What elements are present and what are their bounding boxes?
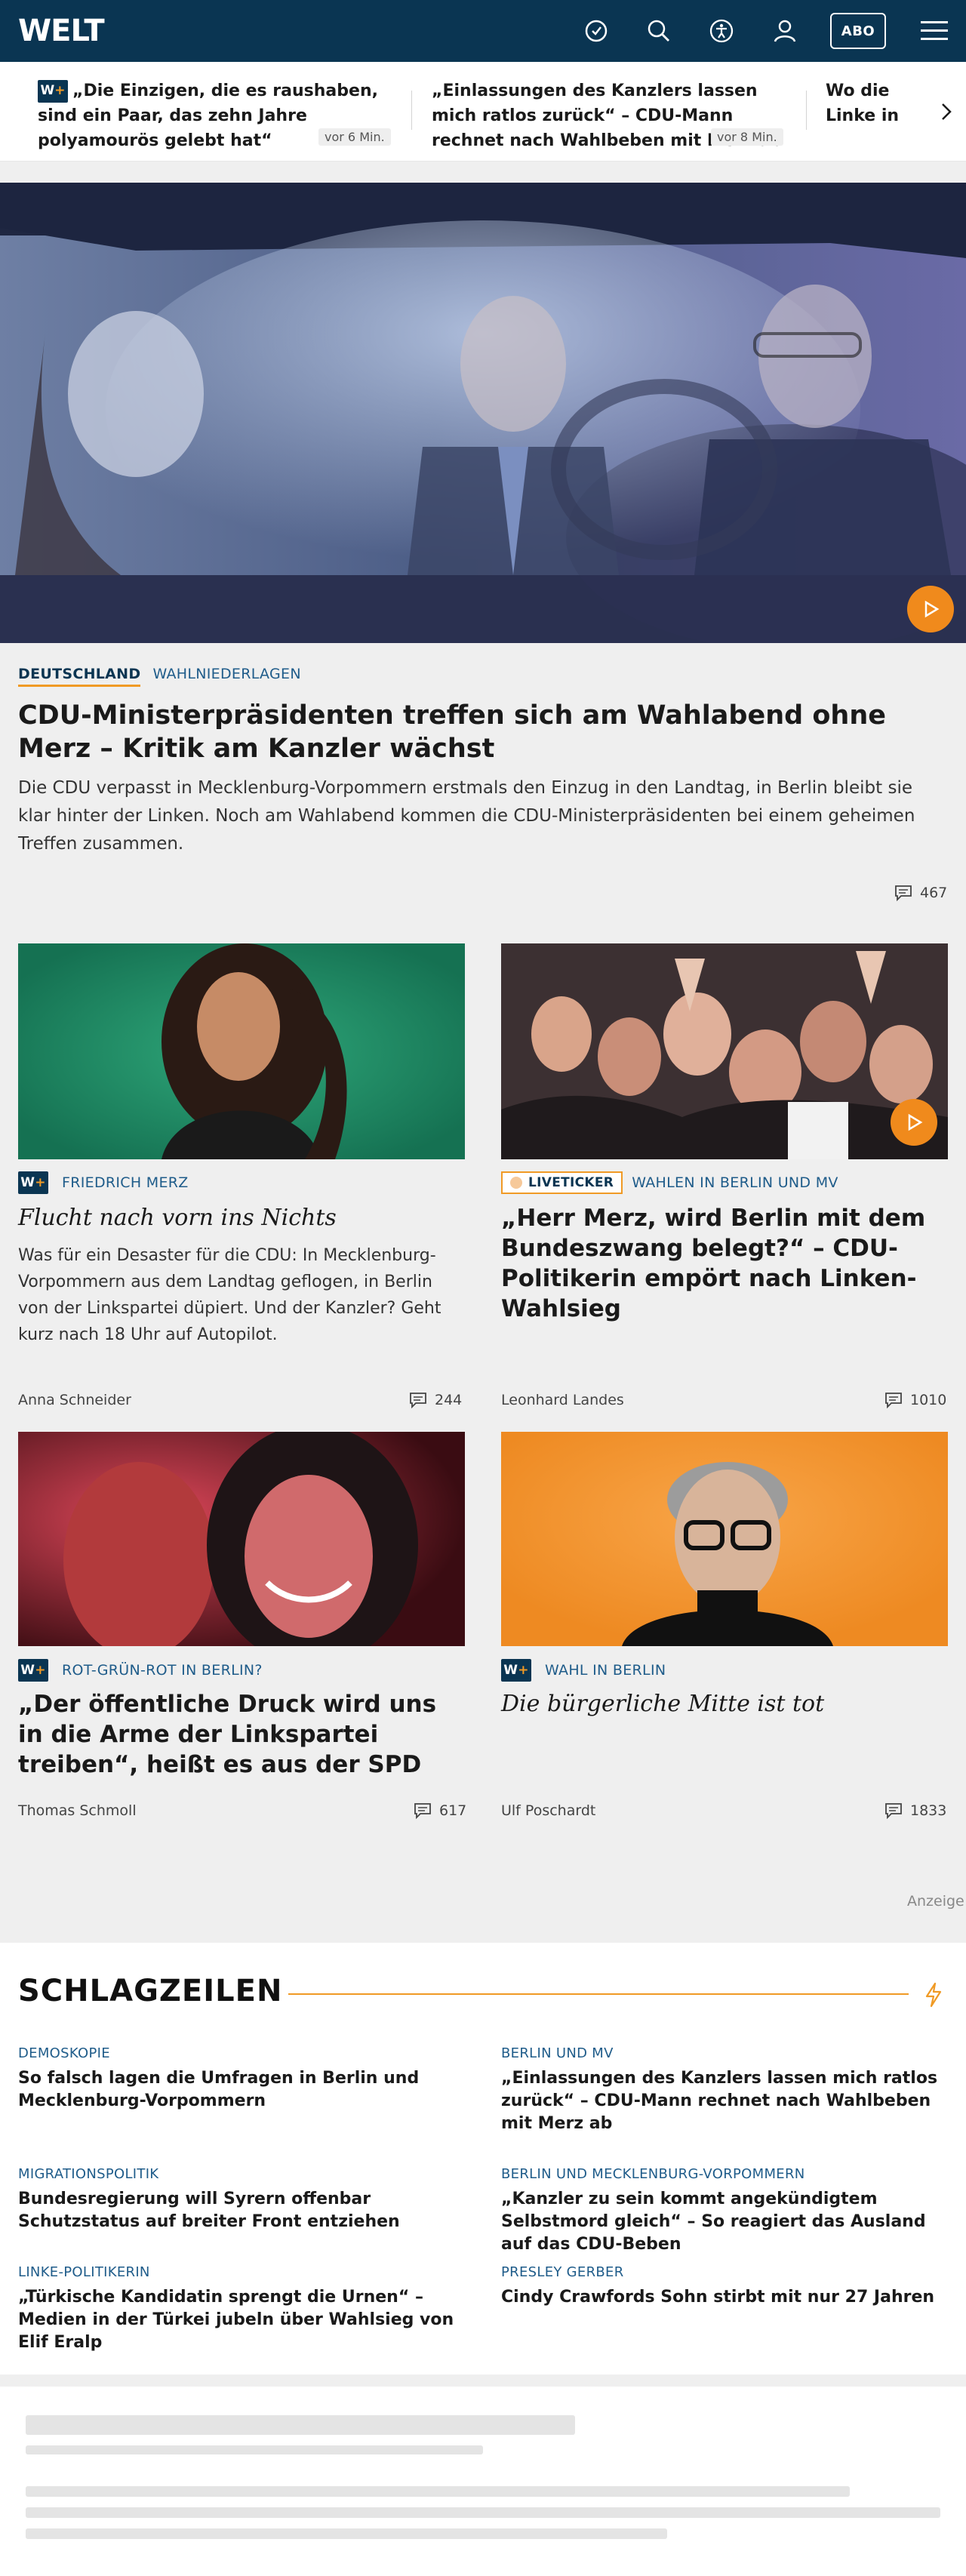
headline-item[interactable]: MIGRATIONSPOLITIK Bundesregierung will S…	[18, 2166, 463, 2233]
article-author[interactable]: Ulf Poschardt	[501, 1802, 595, 1819]
headline-item[interactable]: DEMOSKOPIE So falsch lagen die Umfragen …	[18, 2045, 463, 2113]
headline-kicker: MIGRATIONSPOLITIK	[18, 2166, 159, 2182]
comment-icon	[885, 1393, 902, 1408]
article-kicker[interactable]: WAHLEN IN BERLIN UND MV	[632, 1174, 838, 1191]
section-divider	[288, 1993, 909, 1995]
comment-icon	[885, 1803, 902, 1819]
headline-item[interactable]: PRESLEY GERBER Cindy Crawfords Sohn stir…	[501, 2264, 946, 2309]
hero-tags: DEUTSCHLAND WAHLNIEDERLAGEN	[18, 666, 301, 687]
video-play-button[interactable]	[907, 586, 954, 632]
video-play-button[interactable]	[891, 1099, 937, 1146]
headline-title[interactable]: So falsch lagen die Umfragen in Berlin u…	[18, 2067, 463, 2113]
welt-plus-icon: W +	[18, 1171, 48, 1194]
hero-headline[interactable]: CDU-Ministerpräsidenten treffen sich am …	[18, 699, 939, 765]
history-icon[interactable]	[580, 14, 613, 48]
headline-title[interactable]: „Türkische Kandidatin sprengt die Urnen“…	[18, 2286, 463, 2354]
article-comments[interactable]: 617	[414, 1802, 466, 1819]
ticker-next-button[interactable]	[927, 62, 966, 161]
hero-lead: Die CDU verpasst in Mecklenburg-Vorpomme…	[18, 778, 915, 854]
search-icon[interactable]	[642, 14, 675, 48]
article-tag-row: W + FRIEDRICH MERZ	[18, 1171, 189, 1194]
play-icon	[908, 1113, 923, 1131]
loading-placeholder	[26, 2528, 667, 2539]
loading-placeholder	[26, 2507, 940, 2518]
article-comments[interactable]: 1010	[884, 1392, 946, 1408]
accessibility-icon[interactable]	[705, 14, 738, 48]
abo-button[interactable]: ABO	[830, 13, 886, 49]
article-headline[interactable]: Flucht nach vorn ins Nichts	[18, 1203, 465, 1233]
ticker-divider	[411, 91, 412, 130]
article-kicker[interactable]: ROT-GRÜN-ROT IN BERLIN?	[62, 1662, 263, 1679]
play-icon	[924, 600, 940, 618]
chevron-right-icon	[942, 103, 952, 120]
ticker-divider	[806, 91, 807, 130]
article-tag-row: LIVETICKER WAHLEN IN BERLIN UND MV	[501, 1171, 838, 1194]
headlines-section-title: SCHLAGZEILEN	[18, 1974, 283, 2008]
ticker-item-time: vor 8 Min.	[711, 128, 783, 146]
loading-placeholder	[26, 2445, 483, 2454]
hero-comments[interactable]: 467	[894, 885, 947, 901]
comment-count: 1833	[910, 1802, 947, 1819]
headline-title[interactable]: „Kanzler zu sein kommt angekündigtem Sel…	[501, 2188, 954, 2256]
article-headline[interactable]: „Der öffentliche Druck wird uns in die A…	[18, 1689, 465, 1780]
article-image[interactable]	[501, 943, 948, 1159]
headline-kicker: DEMOSKOPIE	[18, 2045, 110, 2061]
comment-count: 1010	[910, 1392, 947, 1408]
article-headline[interactable]: „Herr Merz, wird Berlin mit dem Bundeszw…	[501, 1203, 946, 1324]
liveticker-badge: LIVETICKER	[501, 1171, 623, 1194]
menu-icon[interactable]	[918, 14, 951, 48]
article-kicker[interactable]: FRIEDRICH MERZ	[62, 1174, 189, 1191]
article-author[interactable]: Leonhard Landes	[501, 1392, 624, 1408]
news-ticker-bar: W + „Die Einzigen, die es raushaben, sind …	[0, 62, 966, 162]
hero-subcategory[interactable]: WAHLNIEDERLAGEN	[152, 666, 300, 682]
comment-count: 617	[439, 1802, 467, 1819]
comment-count: 244	[435, 1392, 463, 1408]
article-author[interactable]: Thomas Schmoll	[18, 1802, 137, 1819]
headline-kicker: BERLIN UND MV	[501, 2045, 614, 2061]
article-kicker[interactable]: WAHL IN BERLIN	[545, 1662, 666, 1679]
section-separator	[0, 2374, 966, 2387]
headline-item[interactable]: BERLIN UND MECKLENBURG-VORPOMMERN „Kanzl…	[501, 2166, 954, 2256]
hero-category[interactable]: DEUTSCHLAND	[18, 666, 141, 687]
comment-icon	[414, 1803, 431, 1819]
article-image[interactable]	[501, 1432, 948, 1646]
live-dot-icon	[510, 1177, 522, 1189]
welt-logo[interactable]: WELT	[18, 14, 105, 48]
article-image[interactable]	[18, 1432, 465, 1646]
hero-image[interactable]	[0, 183, 966, 643]
article-comments[interactable]: 244	[409, 1392, 462, 1408]
liveticker-label: LIVETICKER	[528, 1175, 614, 1190]
article-tag-row: W + ROT-GRÜN-ROT IN BERLIN?	[18, 1659, 263, 1682]
article-lead: Was für ein Desaster für die CDU: In Mec…	[18, 1246, 441, 1344]
loading-placeholder	[26, 2415, 575, 2435]
site-header: WELT ABO	[0, 0, 966, 62]
welt-plus-icon: W +	[501, 1659, 531, 1682]
ticker-item[interactable]: Wo die Linke in den Berlin	[826, 78, 931, 131]
lightning-icon	[925, 1982, 942, 2008]
user-icon[interactable]	[768, 14, 801, 48]
headline-item[interactable]: BERLIN UND MV „Einlassungen des Kanzlers…	[501, 2045, 946, 2135]
comment-icon	[895, 885, 912, 901]
comment-count: 467	[920, 885, 948, 901]
article-headline[interactable]: Die bürgerliche Mitte ist tot	[501, 1689, 948, 1719]
ad-label: Anzeige	[907, 1893, 964, 1910]
headline-kicker: LINKE-POLITIKERIN	[18, 2264, 150, 2280]
headline-item[interactable]: LINKE-POLITIKERIN „Türkische Kandidatin …	[18, 2264, 463, 2354]
welt-plus-icon: W +	[38, 79, 68, 103]
article-image[interactable]	[18, 943, 465, 1159]
article-tag-row: W + WAHL IN BERLIN	[501, 1659, 666, 1682]
welt-plus-icon: W +	[18, 1659, 48, 1682]
article-comments[interactable]: 1833	[884, 1802, 946, 1819]
headline-title[interactable]: „Einlassungen des Kanzlers lassen mich r…	[501, 2067, 946, 2135]
ticker-item-title: Wo die Linke in den Berlin	[826, 82, 900, 125]
headline-kicker: BERLIN UND MECKLENBURG-VORPOMMERN	[501, 2166, 805, 2182]
headline-kicker: PRESLEY GERBER	[501, 2264, 624, 2280]
headline-title[interactable]: Bundesregierung will Syrern offenbar Sch…	[18, 2188, 463, 2233]
comment-icon	[410, 1393, 426, 1408]
headline-title[interactable]: Cindy Crawfords Sohn stirbt mit nur 27 J…	[501, 2286, 946, 2309]
ticker-item-time: vor 6 Min.	[318, 128, 391, 146]
article-author[interactable]: Anna Schneider	[18, 1392, 131, 1408]
loading-placeholder	[26, 2486, 850, 2497]
